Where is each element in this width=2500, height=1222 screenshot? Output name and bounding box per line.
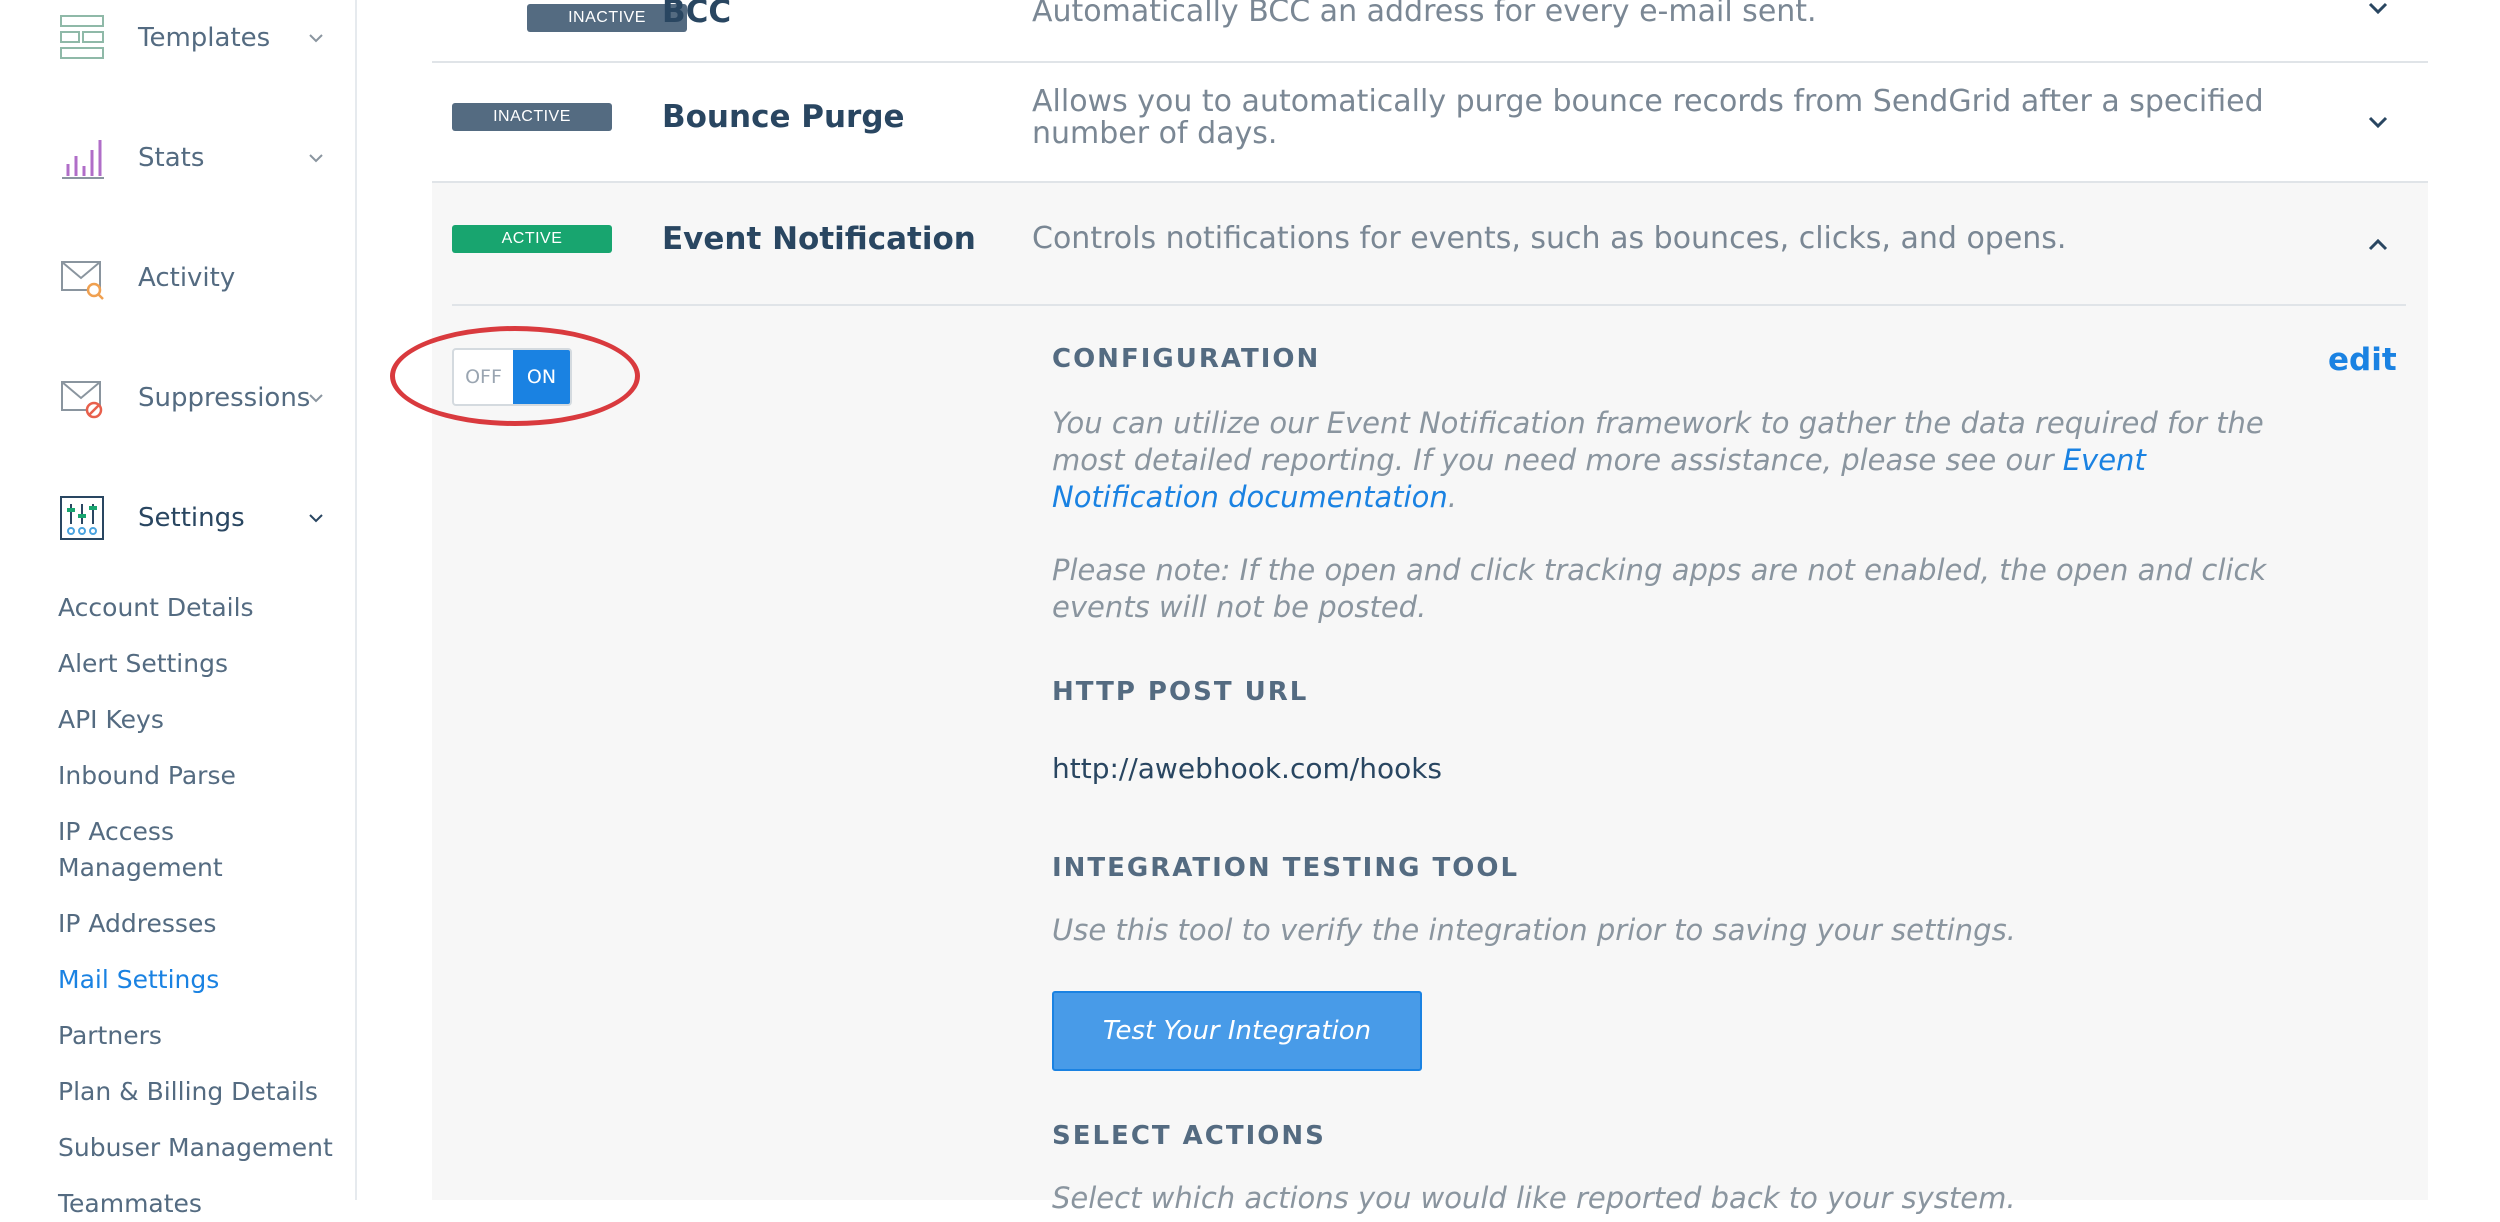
integration-testing-heading: INTEGRATION TESTING TOOL	[1052, 853, 1520, 883]
chevron-down-icon	[309, 514, 323, 523]
chevron-down-icon[interactable]	[2366, 0, 2390, 16]
nav-suppressions-label: Suppressions	[138, 383, 311, 413]
sidebar-item-mail-settings[interactable]: Mail Settings	[58, 962, 219, 998]
toggle-on-option[interactable]: ON	[512, 350, 570, 404]
stats-icon	[62, 140, 104, 179]
sidebar-item-account-details[interactable]: Account Details	[58, 590, 254, 626]
nav-stats[interactable]: Stats	[0, 128, 355, 188]
sidebar-item-teammates[interactable]: Teammates	[58, 1186, 202, 1222]
row-description: Automatically BCC an address for every e…	[1032, 0, 1817, 29]
sidebar-item-alert-settings[interactable]: Alert Settings	[58, 646, 228, 682]
configuration-intro: You can utilize our Event Notification f…	[1052, 405, 2282, 516]
sidebar: Templates Stats Activity Suppressions Se…	[0, 0, 357, 1218]
row-title: Bounce Purge	[662, 99, 905, 135]
activity-icon	[61, 261, 104, 300]
toggle-off-option[interactable]: OFF	[454, 350, 513, 404]
integration-testing-description: Use this tool to verify the integration …	[1052, 913, 2016, 947]
row-title: Event Notification	[662, 221, 976, 257]
sidebar-item-inbound-parse[interactable]: Inbound Parse	[58, 758, 236, 794]
event-notification-panel	[432, 183, 2428, 1200]
sidebar-item-ip-access-management[interactable]: Management	[58, 850, 223, 886]
nav-templates-label: Templates	[138, 23, 271, 53]
mail-setting-row-event-notification[interactable]: ACTIVE Event Notification Controls notif…	[432, 183, 2428, 304]
configuration-heading: CONFIGURATION	[1052, 344, 1321, 374]
nav-activity[interactable]: Activity	[0, 248, 355, 308]
row-description: Allows you to automatically purge bounce…	[1032, 84, 2264, 151]
chevron-down-icon[interactable]	[2366, 114, 2390, 130]
row-title: BCC	[662, 0, 732, 30]
settings-icon	[60, 496, 104, 540]
status-badge: INACTIVE	[452, 103, 612, 131]
row-description: Controls notifications for events, such …	[1032, 221, 2067, 256]
intro-text-end: .	[1447, 480, 1457, 514]
nav-templates[interactable]: Templates	[0, 8, 355, 68]
tracking-note: Please note: If the open and click track…	[1052, 553, 2267, 624]
chevron-down-icon	[309, 394, 323, 403]
nav-settings[interactable]: Settings	[0, 488, 355, 548]
sidebar-item-ip-access[interactable]: IP Access	[58, 814, 174, 850]
nav-activity-label: Activity	[138, 263, 236, 293]
sidebar-item-plan-billing[interactable]: Plan & Billing Details	[58, 1074, 318, 1110]
sidebar-item-subuser-management[interactable]: Subuser Management	[58, 1130, 333, 1166]
status-badge: ACTIVE	[452, 225, 612, 253]
nav-settings-label: Settings	[138, 503, 245, 533]
sidebar-item-api-keys[interactable]: API Keys	[58, 702, 164, 738]
panel-divider	[452, 304, 2406, 306]
nav-suppressions[interactable]: Suppressions	[0, 368, 355, 428]
test-integration-button[interactable]: Test Your Integration	[1052, 991, 1422, 1071]
chevron-down-icon	[309, 34, 323, 43]
chevron-down-icon	[309, 154, 323, 163]
http-post-url-heading: HTTP POST URL	[1052, 677, 1309, 707]
http-post-url-value: http://awebhook.com/hooks	[1052, 752, 1443, 785]
event-notification-toggle[interactable]: OFF ON	[452, 348, 572, 406]
select-actions-description: Select which actions you would like repo…	[1052, 1181, 2016, 1215]
mail-setting-row-bcc[interactable]: INACTIVE BCC Automatically BCC an addres…	[432, 0, 2428, 63]
templates-icon	[60, 15, 104, 59]
chevron-up-icon[interactable]	[2366, 237, 2390, 253]
edit-link[interactable]: edit	[2328, 342, 2397, 378]
suppressions-icon	[61, 381, 103, 419]
sidebar-item-partners[interactable]: Partners	[58, 1018, 162, 1054]
nav-stats-label: Stats	[138, 143, 205, 173]
mail-setting-row-bounce-purge[interactable]: INACTIVE Bounce Purge Allows you to auto…	[432, 62, 2428, 183]
select-actions-heading: SELECT ACTIONS	[1052, 1121, 1326, 1151]
sidebar-item-ip-addresses[interactable]: IP Addresses	[58, 906, 216, 942]
